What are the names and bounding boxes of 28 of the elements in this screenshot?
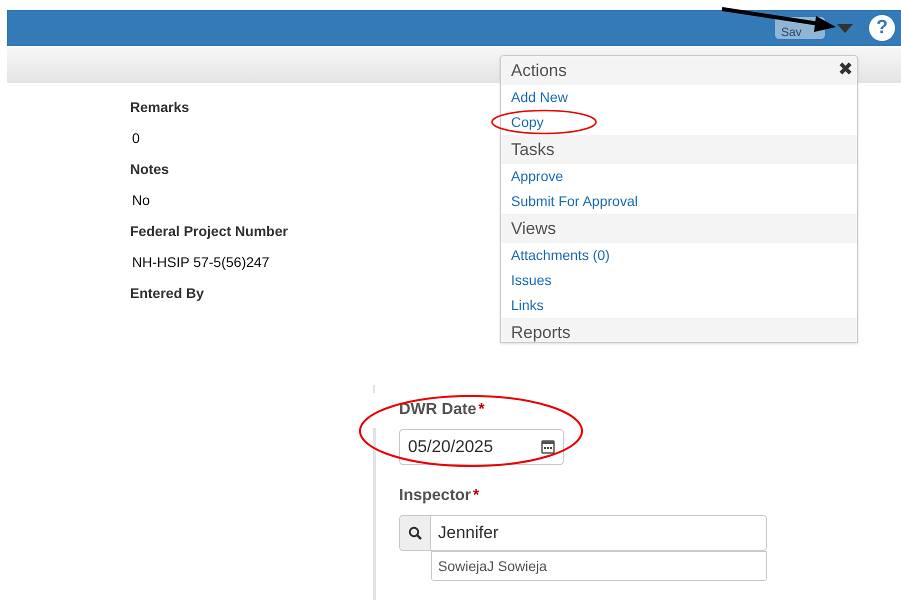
field-value: NH-HSIP 57-5(56)247	[132, 253, 270, 272]
caret-icon[interactable]	[837, 24, 853, 32]
menu-item[interactable]: Attachments (0)	[501, 243, 857, 268]
calendar-icon[interactable]	[541, 440, 555, 454]
field-label: Federal Project Number	[130, 222, 288, 241]
help-button[interactable]: ?	[869, 15, 895, 41]
menu-item[interactable]: Add New	[501, 85, 857, 110]
date-label: DWR Date*	[399, 400, 486, 420]
search-addon[interactable]	[399, 515, 431, 551]
menu-section-header: Reports	[501, 318, 857, 342]
field-value: 0	[132, 129, 140, 148]
menu-section-header: Views	[501, 214, 857, 243]
close-button[interactable]: ✖	[838, 57, 853, 81]
field-value: No	[132, 191, 150, 210]
field-label: Notes	[130, 160, 169, 179]
inspector-label: Inspector*	[399, 486, 480, 506]
menu-item[interactable]: Approve	[501, 164, 857, 189]
search-icon	[408, 526, 422, 540]
date-field[interactable]: 05/20/2025	[399, 429, 564, 465]
menu-item[interactable]: Submit For Approval	[501, 189, 857, 214]
suggestion-item[interactable]: SowiejaJ Sowieja	[432, 552, 766, 580]
menu-item[interactable]: Issues	[501, 268, 857, 293]
field-label: Remarks	[130, 98, 190, 117]
menu-item[interactable]: Copy	[501, 110, 857, 135]
menu-section-header: Tasks	[501, 135, 857, 164]
menu-item[interactable]: Links	[501, 293, 857, 318]
field-label: Entered By	[130, 284, 204, 303]
inspector-field[interactable]: Jennifer	[431, 515, 767, 551]
